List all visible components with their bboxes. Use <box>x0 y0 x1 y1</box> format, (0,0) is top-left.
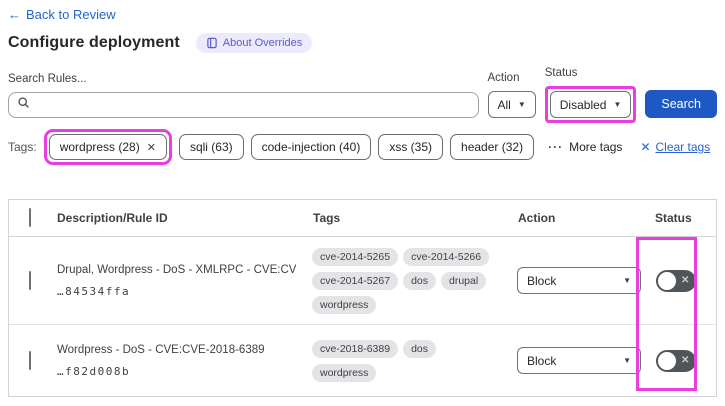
page-title: Configure deployment <box>8 34 180 51</box>
rule-description: Wordpress - DoS - CVE:CVE-2018-6389 <box>57 343 265 356</box>
tag-chip-sqli[interactable]: sqli (63) <box>178 134 244 160</box>
rule-tag-pill: dos <box>403 339 436 358</box>
chevron-down-icon: ▼ <box>613 100 622 109</box>
search-rules-input[interactable] <box>8 92 479 118</box>
clear-tags-x-icon: ✕ <box>640 140 651 154</box>
chevron-down-icon: ▼ <box>623 356 631 365</box>
action-filter-dropdown[interactable]: All ▼ <box>487 91 536 118</box>
selected-tag-highlight: wordpress (28) ✕ <box>43 129 172 165</box>
table-header-row: Description/Rule ID Tags Action Status <box>9 200 716 237</box>
column-header-action: Action <box>518 211 556 225</box>
tag-chip-wordpress[interactable]: wordpress (28) ✕ <box>48 134 167 160</box>
more-tags-label: More tags <box>569 140 623 154</box>
rule-tag-pill: cve-2014-5265 <box>312 247 399 266</box>
rules-table: Description/Rule ID Tags Action Status D… <box>8 199 717 397</box>
status-label: Status <box>544 67 578 79</box>
back-arrow-icon: ← <box>8 7 21 22</box>
column-header-status: Status <box>655 211 692 225</box>
action-value: Block <box>527 273 557 288</box>
status-filter-value: Disabled <box>559 97 607 112</box>
rule-tag-pill: wordpress <box>312 295 377 314</box>
toggle-knob <box>658 351 676 370</box>
status-toggle[interactable]: ✕ <box>656 269 696 292</box>
action-value: Block <box>527 353 557 368</box>
back-to-review-link[interactable]: ← Back to Review <box>8 7 116 22</box>
table-row: Wordpress - DoS - CVE:CVE-2018-6389 …f82… <box>9 325 716 396</box>
status-filter-highlight: Disabled ▼ <box>544 86 637 123</box>
rule-tag-pill: dos <box>403 271 436 290</box>
toggle-knob <box>658 271 676 290</box>
search-icon <box>17 96 30 114</box>
remove-tag-icon[interactable]: ✕ <box>147 141 156 154</box>
back-link-label: Back to Review <box>26 7 116 22</box>
about-overrides-label: About Overrides <box>222 37 303 49</box>
row-checkbox[interactable] <box>29 350 31 370</box>
select-all-checkbox[interactable] <box>29 208 31 227</box>
column-header-tags: Tags <box>313 211 341 225</box>
action-dropdown[interactable]: Block ▼ <box>517 267 641 294</box>
rule-tag-pill: drupal <box>441 271 487 290</box>
clear-tags-link[interactable]: ✕ Clear tags <box>640 140 710 154</box>
rule-id: …84534ffa <box>57 284 131 298</box>
title-row: Configure deployment About Overrides <box>8 33 717 53</box>
clear-tags-label: Clear tags <box>655 140 711 154</box>
chevron-down-icon: ▼ <box>623 276 631 285</box>
search-button[interactable]: Search <box>645 90 717 118</box>
column-header-description: Description/Rule ID <box>57 211 168 225</box>
tag-chip-label: wordpress (28) <box>59 140 140 154</box>
configure-deployment-page: ← Back to Review Configure deployment Ab… <box>0 0 725 397</box>
rule-tags: cve-2014-5265 cve-2014-5266 cve-2014-526… <box>306 247 509 314</box>
status-toggle[interactable]: ✕ <box>656 349 696 372</box>
toggle-off-x-icon: ✕ <box>681 355 690 366</box>
toggle-off-x-icon: ✕ <box>681 275 690 286</box>
rule-tag-pill: wordpress <box>312 363 377 382</box>
rule-tag-pill: cve-2018-6389 <box>312 339 399 358</box>
table-row: Drupal, Wordpress - DoS - XMLRPC - CVE:C… <box>9 237 716 325</box>
ellipsis-icon: ··· <box>548 140 564 154</box>
rule-tag-pill: cve-2014-5266 <box>403 247 490 266</box>
row-checkbox[interactable] <box>29 270 31 290</box>
action-dropdown[interactable]: Block ▼ <box>517 347 641 374</box>
tag-chip-header[interactable]: header (32) <box>450 134 535 160</box>
tag-chip-xss[interactable]: xss (35) <box>378 134 444 160</box>
search-rules-label: Search Rules... <box>8 73 87 85</box>
book-icon <box>206 37 218 49</box>
rule-tags: cve-2018-6389 dos wordpress <box>306 339 509 382</box>
action-filter-value: All <box>497 97 511 112</box>
filter-row: Search Rules... Action All ▼ Status Disa… <box>8 67 717 123</box>
about-overrides-link[interactable]: About Overrides <box>195 33 313 53</box>
tag-chip-code-injection[interactable]: code-injection (40) <box>250 134 372 160</box>
rule-description: Drupal, Wordpress - DoS - XMLRPC - CVE:C… <box>57 263 296 276</box>
more-tags-button[interactable]: ··· More tags <box>548 140 622 154</box>
rule-id: …f82d008b <box>57 364 131 378</box>
rule-tag-pill: cve-2014-5267 <box>312 271 399 290</box>
action-label: Action <box>487 72 520 84</box>
tags-label: Tags: <box>8 140 37 154</box>
status-filter-dropdown[interactable]: Disabled ▼ <box>549 91 632 118</box>
chevron-down-icon: ▼ <box>517 100 526 109</box>
tags-filter-bar: Tags: wordpress (28) ✕ sqli (63) code-in… <box>8 129 717 165</box>
